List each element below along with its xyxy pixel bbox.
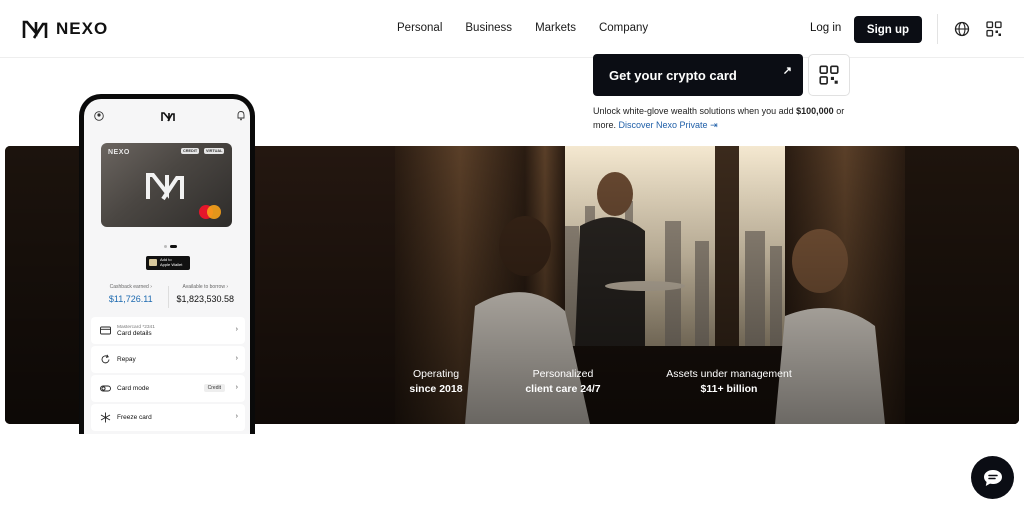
card-mode-row[interactable]: Card mode Credit › bbox=[91, 375, 245, 402]
arrow-up-right-icon: ↗ bbox=[782, 65, 792, 77]
phone-mockup: NEXO CREDIT VIRTUAL Add to Apple Wallet bbox=[79, 94, 255, 434]
cashback-label: Cashback earned bbox=[109, 284, 149, 290]
stat-client-care-value: client care 24/7 bbox=[525, 383, 601, 395]
snowflake-icon bbox=[100, 412, 111, 423]
login-link[interactable]: Log in bbox=[810, 22, 841, 34]
nav-link-business[interactable]: Business bbox=[465, 22, 512, 34]
cashback-value: $11,726.11 bbox=[108, 294, 153, 304]
bell-icon bbox=[237, 111, 245, 121]
logo-text: NEXO bbox=[56, 19, 109, 38]
crypto-card-image: NEXO CREDIT VIRTUAL bbox=[101, 143, 232, 227]
nav-divider bbox=[937, 14, 938, 44]
phone-header bbox=[84, 99, 250, 133]
qr-code-icon bbox=[819, 65, 839, 85]
signup-button[interactable]: Sign up bbox=[854, 16, 922, 43]
card-tag-virtual: VIRTUAL bbox=[204, 148, 225, 154]
chevron-right-icon: › bbox=[235, 355, 238, 362]
repay-label: Repay bbox=[117, 356, 136, 363]
borrow-value: $1,823,530.58 bbox=[176, 294, 235, 304]
mastercard-right-icon bbox=[207, 205, 221, 219]
card-details-label: Card details bbox=[117, 329, 152, 337]
chevron-right-icon: › bbox=[235, 413, 238, 420]
nav-link-company[interactable]: Company bbox=[599, 22, 648, 34]
borrow-label: Available to borrow bbox=[182, 284, 225, 290]
chat-bubble-icon bbox=[983, 469, 1002, 486]
nexo-logo-mark-icon bbox=[22, 20, 48, 39]
card-mode-label: Card mode bbox=[117, 385, 150, 392]
card-brand: NEXO bbox=[108, 149, 130, 156]
refresh-icon bbox=[101, 354, 110, 364]
cta-label: Get your crypto card bbox=[609, 67, 737, 83]
stat-operating-label: Operating bbox=[412, 368, 460, 380]
wallet-icon bbox=[149, 259, 157, 266]
qr-code-button[interactable] bbox=[808, 54, 850, 96]
freeze-card-label: Freeze card bbox=[117, 414, 152, 421]
stat-client-care: Personalized client care 24/7 bbox=[517, 367, 609, 397]
freeze-card-row[interactable]: Freeze card › bbox=[91, 404, 245, 431]
balances: Cashback earned › $11,726.11 Available t… bbox=[94, 284, 242, 308]
phone-screen: NEXO CREDIT VIRTUAL Add to Apple Wallet bbox=[84, 99, 250, 434]
carousel-dots[interactable] bbox=[164, 245, 177, 248]
discover-nexo-private-link[interactable]: Discover Nexo Private ⇥ bbox=[619, 120, 718, 130]
discover-link-label: Discover Nexo Private bbox=[618, 120, 708, 130]
stat-assets-label: Assets under management bbox=[666, 368, 792, 380]
stat-operating-value: since 2018 bbox=[409, 383, 463, 395]
toggle-icon bbox=[100, 385, 111, 392]
card-details-row[interactable]: Mastercard *2341 Card details › bbox=[91, 317, 245, 344]
nexo-mark-icon bbox=[161, 112, 175, 122]
card-tag-credit: CREDIT bbox=[181, 148, 200, 154]
nexo-private-promo: Unlock white-glove wealth solutions when… bbox=[593, 104, 863, 132]
qr-code-icon[interactable] bbox=[986, 21, 1002, 37]
unlock-amount: $100,000 bbox=[796, 106, 834, 116]
chevron-right-icon: › bbox=[235, 384, 238, 391]
get-crypto-card-button[interactable]: Get your crypto card ↗ bbox=[593, 54, 803, 96]
carousel-dot bbox=[164, 245, 167, 248]
external-link-icon: ⇥ bbox=[710, 120, 718, 130]
apple-pay-line2: Apple Wallet bbox=[160, 261, 183, 267]
unlock-text: Unlock white-glove wealth solutions when… bbox=[593, 106, 794, 116]
nav-links: Personal Business Markets Company bbox=[397, 22, 648, 34]
card-actions-list: Mastercard *2341 Card details › Repay › bbox=[91, 317, 245, 433]
chevron-right-icon: › bbox=[235, 326, 238, 333]
carousel-dot-active bbox=[170, 245, 177, 248]
repay-row[interactable]: Repay › bbox=[91, 346, 245, 373]
card-n-logo-icon bbox=[146, 173, 184, 201]
stat-assets-value: $11+ billion bbox=[700, 383, 758, 395]
credit-card-icon bbox=[100, 326, 111, 335]
stat-client-care-label: Personalized bbox=[532, 368, 594, 380]
stat-assets: Assets under management $11+ billion bbox=[659, 367, 799, 397]
card-mode-badge: Credit bbox=[203, 384, 225, 392]
stat-operating: Operating since 2018 bbox=[401, 367, 471, 397]
nexo-logo[interactable]: NEXO bbox=[22, 18, 108, 40]
cashback-balance[interactable]: Cashback earned › $11,726.11 bbox=[94, 284, 168, 308]
page: NEXO Personal Business Markets Company L… bbox=[0, 0, 1024, 508]
nav-link-personal[interactable]: Personal bbox=[397, 22, 442, 34]
borrow-balance[interactable]: Available to borrow › $1,823,530.58 bbox=[169, 284, 243, 308]
chat-support-button[interactable] bbox=[971, 456, 1014, 499]
user-icon bbox=[94, 111, 104, 121]
nav-link-markets[interactable]: Markets bbox=[535, 22, 576, 34]
top-navigation: NEXO Personal Business Markets Company L… bbox=[0, 0, 1024, 58]
add-to-apple-wallet-button[interactable]: Add to Apple Wallet bbox=[146, 256, 190, 270]
globe-icon[interactable] bbox=[954, 21, 970, 37]
